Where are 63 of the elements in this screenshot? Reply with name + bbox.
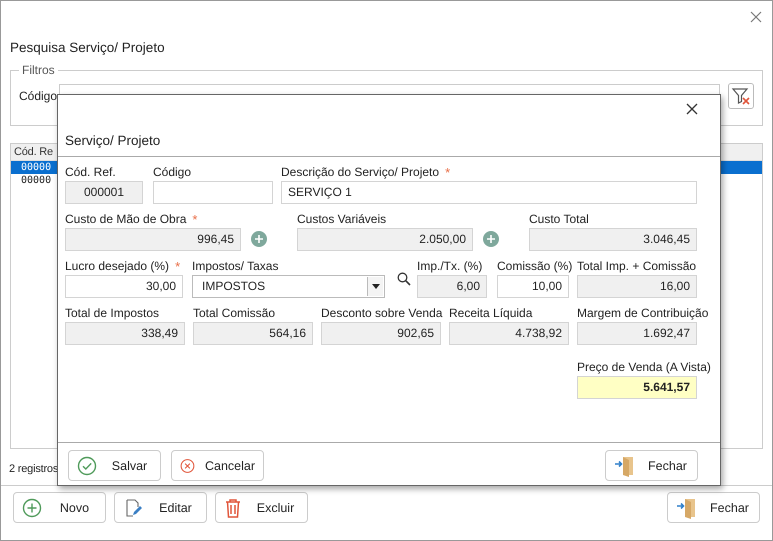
required-mark: * bbox=[175, 258, 180, 274]
field-label: Preço de Venda (A Vista) bbox=[577, 360, 711, 374]
field-label: Comissão (%) bbox=[497, 259, 572, 273]
dialog-button[interactable]: Cancelar bbox=[171, 450, 264, 481]
exit-door-icon bbox=[614, 454, 636, 476]
required-mark: * bbox=[445, 164, 450, 180]
input-field[interactable]: SERVIÇO 1 bbox=[281, 181, 697, 204]
field-label: Descrição do Serviço/ Projeto bbox=[281, 165, 440, 179]
input-field[interactable]: 564,16 bbox=[193, 322, 313, 345]
field-label: Cód. Ref. bbox=[65, 165, 116, 179]
field-label: Código bbox=[19, 89, 58, 103]
close-button[interactable] bbox=[684, 101, 700, 117]
check-icon bbox=[77, 456, 97, 476]
field-label: Custo Total bbox=[529, 212, 589, 226]
field-label: Desconto sobre Venda bbox=[321, 306, 442, 320]
trash-icon bbox=[224, 498, 242, 518]
input-field[interactable]: 338,49 bbox=[65, 322, 185, 345]
field-label: Receita Líquida bbox=[449, 306, 532, 320]
input-field[interactable]: 4.738,92 bbox=[449, 322, 569, 345]
clear-filter-button[interactable] bbox=[728, 83, 754, 109]
field-label: Margem de Contribuição bbox=[577, 306, 708, 320]
dropdown[interactable]: IMPOSTOS bbox=[192, 275, 385, 298]
input-field[interactable]: 2.050,00 bbox=[297, 228, 473, 251]
field-label: Imp./Tx. (%) bbox=[417, 259, 482, 273]
field-label: Custo de Mão de Obra bbox=[65, 212, 186, 226]
input-field[interactable]: 10,00 bbox=[497, 275, 569, 298]
field-label: Total de Impostos bbox=[65, 306, 160, 320]
field-label: Total Comissão bbox=[193, 306, 276, 320]
field-label: Total Imp. + Comissão bbox=[577, 259, 696, 273]
input-field[interactable]: 996,45 bbox=[65, 228, 241, 251]
toolbar-button[interactable]: Excluir bbox=[215, 492, 308, 523]
field-label: Código bbox=[153, 165, 192, 179]
field-label: Lucro desejado (%) bbox=[65, 259, 170, 273]
table-cell-text: 00000 bbox=[20, 175, 52, 186]
input-field[interactable]: 3.046,45 bbox=[529, 228, 697, 251]
input-field[interactable] bbox=[153, 181, 273, 204]
input-field[interactable]: 30,00 bbox=[65, 275, 183, 298]
input-field[interactable]: 000001 bbox=[65, 181, 143, 204]
required-mark: * bbox=[192, 212, 198, 226]
search-button[interactable] bbox=[397, 272, 411, 286]
filter-legend: Filtros bbox=[19, 63, 58, 77]
dialog-button[interactable]: Fechar bbox=[605, 450, 698, 481]
window-title: Pesquisa Serviço/ Projeto bbox=[10, 40, 165, 55]
dialog-title: Serviço/ Projeto bbox=[65, 133, 160, 148]
input-field[interactable]: 5.641,57 bbox=[577, 376, 697, 399]
field-label: Custos Variáveis bbox=[297, 212, 386, 226]
toolbar-button[interactable]: Editar bbox=[114, 492, 207, 523]
toolbar-button[interactable]: Novo bbox=[13, 492, 106, 523]
column-header[interactable]: Cód. Re bbox=[11, 146, 53, 158]
table-cell-text: 00000 bbox=[20, 162, 52, 173]
add-button[interactable] bbox=[251, 231, 267, 247]
toolbar-button[interactable]: Fechar bbox=[667, 492, 760, 523]
input-field[interactable]: 902,65 bbox=[321, 322, 441, 345]
dialog-button[interactable]: Salvar bbox=[68, 450, 161, 481]
field-label: Impostos/ Taxas bbox=[192, 259, 278, 273]
input-field[interactable]: 16,00 bbox=[577, 275, 697, 298]
add-button[interactable] bbox=[483, 231, 499, 247]
exit-door-icon bbox=[676, 496, 698, 518]
record-count: 2 registros bbox=[9, 463, 58, 475]
funnel-icon bbox=[731, 86, 751, 106]
plus-icon bbox=[22, 498, 42, 518]
input-field[interactable]: 6,00 bbox=[417, 275, 487, 298]
input-field[interactable]: 1.692,47 bbox=[577, 322, 697, 345]
